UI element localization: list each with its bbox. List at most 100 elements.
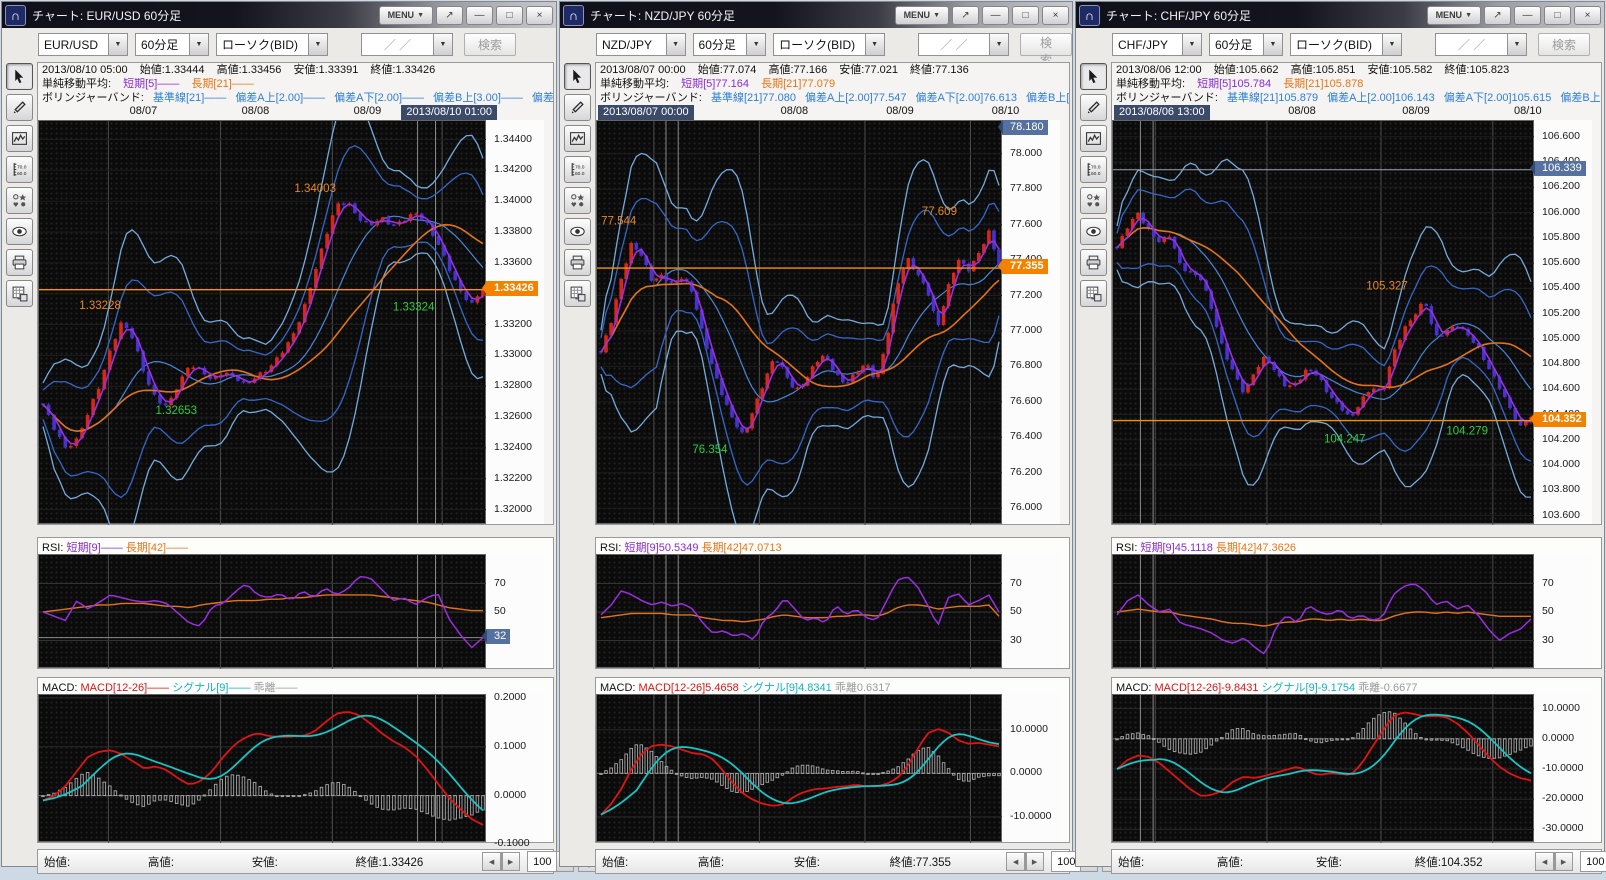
close-button[interactable]: × xyxy=(1042,6,1069,25)
cursor-tool-button[interactable] xyxy=(6,63,33,90)
visibility-tool-button[interactable] xyxy=(6,218,33,245)
cursor-tool-button[interactable] xyxy=(564,63,591,90)
date-input[interactable]: ／ ／▼ xyxy=(1435,33,1527,56)
scroll-right-button[interactable]: ▶ xyxy=(1025,852,1044,871)
visibility-tool-button[interactable] xyxy=(564,218,591,245)
timeframe-select[interactable]: 60分足▼ xyxy=(693,33,767,56)
search-button[interactable]: 検索 xyxy=(1538,33,1590,56)
chart-style-select[interactable]: ローソク(BID)▼ xyxy=(1290,33,1402,56)
main-chart-canvas[interactable]: 77.54477.60976.354 xyxy=(596,120,1002,524)
main-chart-panel: 2013/08/10 05:00 始値:1.33444 高値:1.33456 安… xyxy=(37,62,554,525)
chevron-down-icon[interactable]: ▼ xyxy=(1507,34,1526,55)
scale-tool-button[interactable]: 70.060.0 xyxy=(6,156,33,183)
chevron-down-icon[interactable]: ▼ xyxy=(1382,34,1401,55)
scrollbar-thumb[interactable] xyxy=(1025,853,1027,870)
maximize-button[interactable]: □ xyxy=(496,6,523,25)
export-tool-button[interactable] xyxy=(1080,280,1107,307)
chevron-down-icon[interactable]: ▼ xyxy=(1263,34,1282,55)
scale-tool-button[interactable]: 70.060.0 xyxy=(1080,156,1107,183)
timeframe-select[interactable]: 60分足▼ xyxy=(1209,33,1283,56)
price-axis[interactable]: 78.00077.80077.60077.40077.20077.00076.8… xyxy=(1002,120,1060,524)
chevron-down-icon[interactable]: ▼ xyxy=(1182,34,1201,55)
info-datetime: 2013/08/06 12:00 xyxy=(1116,64,1202,76)
data-export-icon xyxy=(569,285,586,302)
scrollbar-thumb[interactable] xyxy=(1554,853,1556,870)
rsi-axis: 705030 xyxy=(1534,554,1592,668)
ohlc-info-row: 2013/08/10 05:00 始値:1.33444 高値:1.33456 安… xyxy=(38,63,553,77)
price-axis[interactable]: 106.600106.400106.200106.000105.800105.6… xyxy=(1534,120,1592,524)
search-button[interactable]: 検索 xyxy=(464,33,516,56)
indicator-tool-button[interactable] xyxy=(1080,125,1107,152)
menu-button[interactable]: MENU▼ xyxy=(1427,6,1481,25)
visibility-tool-button[interactable] xyxy=(1080,218,1107,245)
macd-canvas[interactable] xyxy=(596,694,1002,842)
close-button[interactable]: × xyxy=(1574,6,1601,25)
pair-select[interactable]: CHF/JPY▼ xyxy=(1112,33,1202,56)
print-tool-button[interactable] xyxy=(1080,249,1107,276)
bottom-status-bar: 始値: 高値: 安値: 終値:1.33426 ◀ ▶ 100▼ ＋ － xyxy=(37,849,554,874)
menu-button[interactable]: MENU▼ xyxy=(379,6,433,25)
popout-button[interactable]: ↗ xyxy=(436,6,463,25)
chart-scrollbar[interactable]: ◀ ▶ xyxy=(1006,853,1044,870)
main-chart-canvas[interactable]: 105.327104.247104.279 xyxy=(1112,120,1534,524)
maximize-button[interactable]: □ xyxy=(1012,6,1039,25)
chevron-down-icon[interactable]: ▼ xyxy=(865,34,884,55)
close-button[interactable]: × xyxy=(526,6,553,25)
scrollbar-thumb[interactable] xyxy=(501,853,503,870)
scroll-left-button[interactable]: ◀ xyxy=(482,852,501,871)
candle-count-select[interactable]: 100▼ xyxy=(1580,851,1606,872)
scroll-right-button[interactable]: ▶ xyxy=(1554,852,1573,871)
scroll-left-button[interactable]: ◀ xyxy=(1006,852,1025,871)
chevron-down-icon[interactable]: ▼ xyxy=(308,34,327,55)
chart-scrollbar[interactable]: ◀ ▶ xyxy=(482,853,520,870)
chevron-down-icon[interactable]: ▼ xyxy=(189,34,208,55)
main-chart-canvas[interactable]: 1.332281.326531.340031.33324 xyxy=(38,120,486,524)
sma-long-legend: 長期[21]77.079 xyxy=(761,78,835,90)
minimize-button[interactable]: — xyxy=(1514,6,1541,25)
scroll-right-button[interactable]: ▶ xyxy=(501,852,520,871)
price-axis[interactable]: 1.344001.342001.340001.338001.336001.334… xyxy=(486,120,544,524)
cursor-tool-button[interactable] xyxy=(1080,63,1107,90)
minimize-button[interactable]: — xyxy=(982,6,1009,25)
chevron-down-icon[interactable]: ▼ xyxy=(108,34,127,55)
marks-tool-button[interactable] xyxy=(6,187,33,214)
rsi-canvas[interactable] xyxy=(38,554,486,668)
rsi-canvas[interactable] xyxy=(596,554,1002,668)
indicator-tool-button[interactable] xyxy=(6,125,33,152)
search-button[interactable]: 検索 xyxy=(1020,33,1072,56)
chart-style-select[interactable]: ローソク(BID)▼ xyxy=(216,33,328,56)
scroll-left-button[interactable]: ◀ xyxy=(1535,852,1554,871)
export-tool-button[interactable] xyxy=(564,280,591,307)
timeframe-select[interactable]: 60分足▼ xyxy=(135,33,209,56)
menu-button[interactable]: MENU▼ xyxy=(895,6,949,25)
chevron-down-icon[interactable]: ▼ xyxy=(433,34,452,55)
chart-style-select[interactable]: ローソク(BID)▼ xyxy=(773,33,884,56)
date-input[interactable]: ／ ／▼ xyxy=(918,33,1010,56)
print-tool-button[interactable] xyxy=(564,249,591,276)
chevron-down-icon[interactable]: ▼ xyxy=(746,34,765,55)
pencil-icon xyxy=(1085,99,1102,116)
marks-tool-button[interactable] xyxy=(564,187,591,214)
macd-canvas[interactable] xyxy=(1112,694,1534,842)
pair-select[interactable]: NZD/JPY▼ xyxy=(596,33,686,56)
popout-button[interactable]: ↗ xyxy=(952,6,979,25)
draw-tool-button[interactable] xyxy=(1080,94,1107,121)
date-input[interactable]: ／ ／▼ xyxy=(361,33,453,56)
popout-button[interactable]: ↗ xyxy=(1484,6,1511,25)
chevron-down-icon[interactable]: ▼ xyxy=(666,34,685,55)
macd-canvas[interactable] xyxy=(38,694,486,842)
minimize-button[interactable]: — xyxy=(466,6,493,25)
pair-select[interactable]: EUR/USD▼ xyxy=(38,33,128,56)
print-tool-button[interactable] xyxy=(6,249,33,276)
maximize-button[interactable]: □ xyxy=(1544,6,1571,25)
draw-tool-button[interactable] xyxy=(564,94,591,121)
rsi-canvas[interactable] xyxy=(1112,554,1534,668)
scale-tool-button[interactable]: 70.060.0 xyxy=(564,156,591,183)
export-tool-button[interactable] xyxy=(6,280,33,307)
draw-tool-button[interactable] xyxy=(6,94,33,121)
chart-scrollbar[interactable]: ◀ ▶ xyxy=(1535,853,1573,870)
marks-tool-button[interactable] xyxy=(1080,187,1107,214)
chevron-down-icon[interactable]: ▼ xyxy=(989,34,1008,55)
chart-toolbar: CHF/JPY▼ 60分足▼ ローソク(BID)▼ ／ ／▼ 検索 xyxy=(1076,28,1604,61)
indicator-tool-button[interactable] xyxy=(564,125,591,152)
